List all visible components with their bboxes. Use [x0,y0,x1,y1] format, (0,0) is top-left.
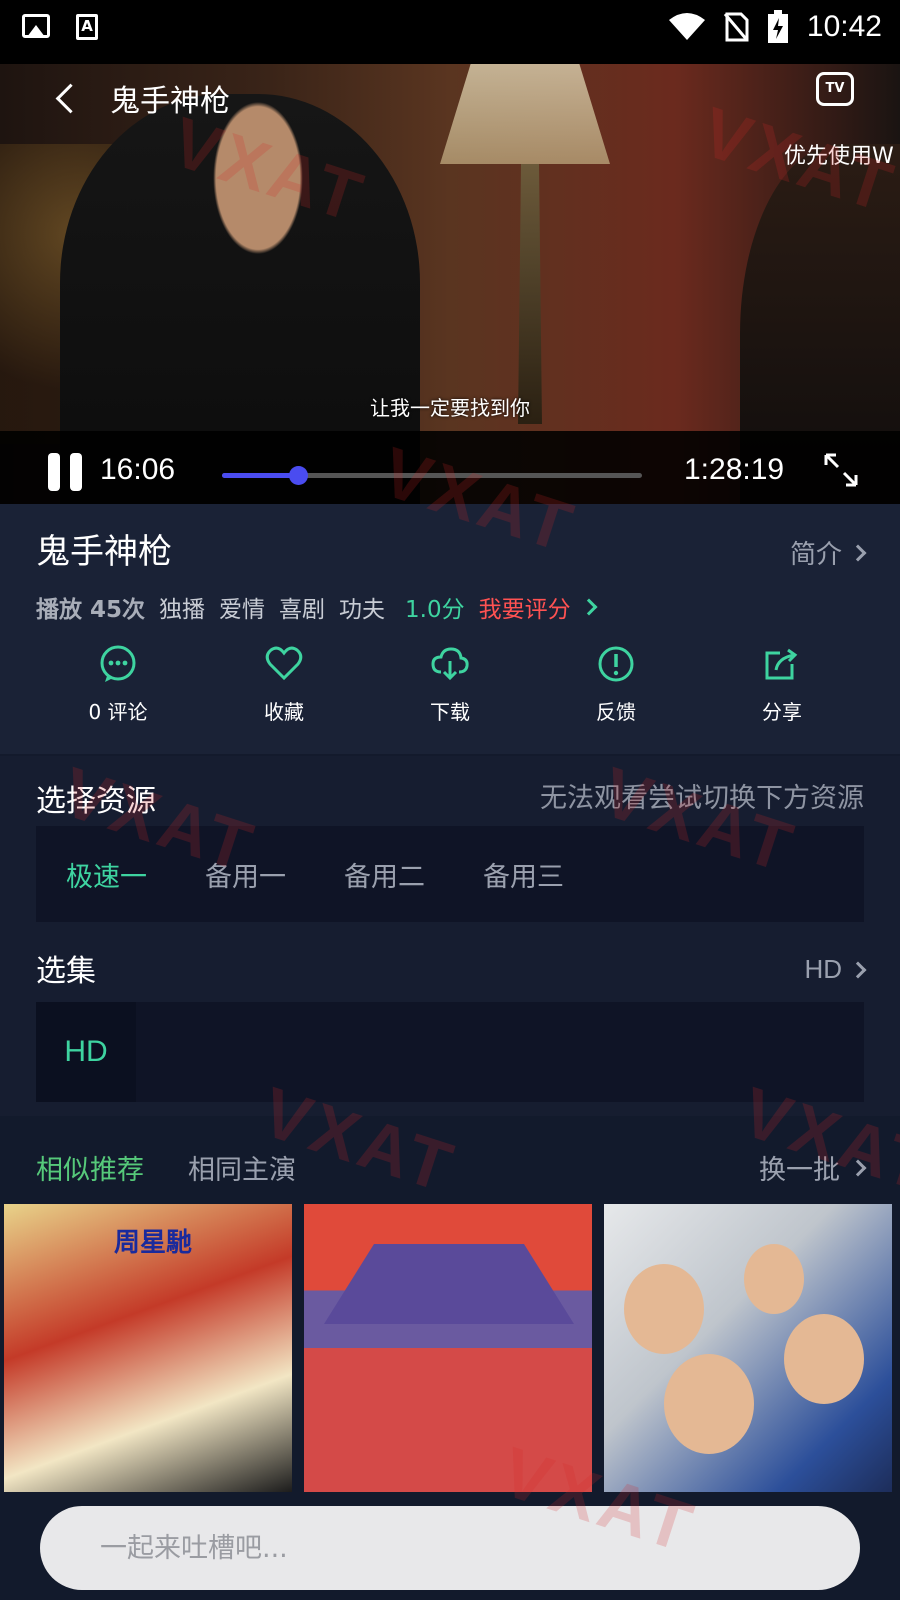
source-tab-2[interactable]: 备用一 [205,855,286,894]
tv-cast-icon[interactable]: TV [816,72,854,106]
tab-similar[interactable]: 相似推荐 [36,1148,144,1187]
tv-cast-hint: 优先使用W [784,144,894,169]
share-icon [765,648,798,680]
source-tabs: 极速一 备用一 备用二 备用三 [36,826,864,922]
movie-meta: 播放 45次 独播 爱情 喜剧 功夫 1.0分 我要评分 [36,590,598,624]
favorite-button[interactable]: 收藏 [201,644,367,725]
play-count: 播放 45次 [36,597,146,623]
source-hint: 无法观看尝试切换下方资源 [540,783,864,814]
back-icon[interactable] [48,74,88,124]
action-label: 反馈 [596,700,636,724]
comment-icon [100,645,136,682]
comment-bar [40,1506,860,1590]
score: 1.0分 [405,597,465,623]
cloud-download-icon [431,647,469,681]
source-title: 选择资源 [36,784,156,819]
comment-button[interactable]: 0 评论 [35,644,201,725]
poster-artwork [784,1314,864,1404]
player-top-bar: 鬼手神枪 TV [0,64,900,134]
tab-same-cast[interactable]: 相同主演 [188,1148,296,1187]
share-button[interactable]: 分享 [699,644,865,725]
source-tab-3[interactable]: 备用二 [344,855,425,894]
player-controls: 16:06 1:28:19 [0,431,900,504]
episode-item[interactable]: HD [36,1002,136,1102]
rate-button[interactable]: 我要评分 [478,590,598,624]
source-tab-1[interactable]: 极速一 [66,855,147,894]
episodes-quality-label: HD [804,954,842,984]
source-tab-4[interactable]: 备用三 [483,855,564,894]
source-section: 选择资源 无法观看尝试切换下方资源 极速一 备用一 备用二 备用三 选集 HD … [0,756,900,1116]
movie-info-panel: 鬼手神枪 简介 播放 45次 独播 爱情 喜剧 功夫 1.0分 我要评分 0 评… [0,504,900,754]
action-label: 下载 [430,700,470,724]
tag: 功夫 [339,597,386,623]
progress-thumb[interactable] [288,466,308,485]
no-signal-icon [723,12,749,42]
action-label: 收藏 [264,700,304,724]
poster-artwork [744,1244,804,1314]
video-frame-lampstand [518,164,542,424]
alert-icon [598,646,634,682]
text-notification-icon: A [76,14,98,40]
image-notification-icon [22,14,50,38]
action-label: 分享 [762,700,802,724]
download-button[interactable]: 下载 [367,644,533,725]
video-subtitle: 让我一定要找到你 [370,396,530,420]
poster-artwork [324,1244,574,1324]
episodes-more-link[interactable]: HD [804,954,867,985]
tag: 喜剧 [279,597,326,623]
heart-icon [265,646,303,681]
comment-input[interactable] [100,1530,800,1566]
poster-card[interactable] [304,1204,592,1492]
refresh-button[interactable]: 换一批 [759,1148,867,1187]
battery-charging-icon [767,10,788,43]
poster-row: 周星馳 [4,1204,892,1492]
rate-label: 我要评分 [478,597,571,623]
intro-link[interactable]: 简介 [789,534,867,571]
poster-artwork [624,1264,704,1354]
player-title: 鬼手神枪 [110,84,230,119]
status-bar: A 10:42 [0,0,900,64]
movie-title: 鬼手神枪 [36,532,172,572]
action-label: 0 评论 [88,700,148,724]
pause-icon[interactable] [48,453,82,491]
tag: 独播 [159,597,206,623]
wifi-icon [668,13,705,40]
chevron-right-icon [580,598,598,616]
current-time: 16:06 [100,453,176,486]
episodes-title: 选集 [36,954,96,989]
poster-title: 周星馳 [114,1228,193,1258]
chevron-right-icon [849,1159,867,1176]
tag: 爱情 [219,597,266,623]
refresh-label: 换一批 [759,1155,840,1186]
progress-fill [222,473,298,478]
total-time: 1:28:19 [684,453,785,486]
episodes-list: HD [36,1002,864,1102]
poster-card[interactable]: 周星馳 [4,1204,292,1492]
feedback-button[interactable]: 反馈 [533,644,699,725]
fullscreen-icon[interactable] [822,451,860,489]
poster-card[interactable] [604,1204,892,1492]
video-player[interactable]: 鬼手神枪 TV 优先使用W 让我一定要找到你 16:06 1:28:19 [0,64,900,504]
action-bar: 0 评论 收藏 下载 反馈 分享 [0,644,900,725]
poster-artwork [664,1354,754,1454]
progress-slider[interactable] [222,466,642,485]
chevron-right-icon [849,961,867,978]
chevron-right-icon [849,544,867,561]
clock: 10:42 [806,10,882,43]
intro-label: 简介 [789,540,842,570]
